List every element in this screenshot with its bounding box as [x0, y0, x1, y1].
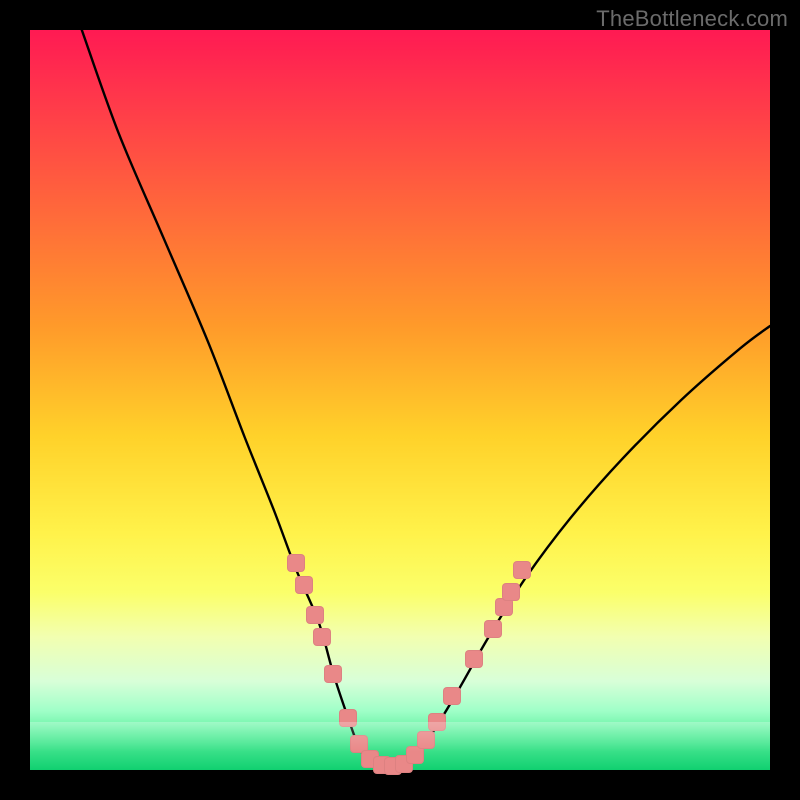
data-marker	[295, 576, 313, 594]
data-marker	[443, 687, 461, 705]
plot-area	[30, 30, 770, 770]
data-marker	[313, 628, 331, 646]
chart-stage: TheBottleneck.com	[0, 0, 800, 800]
data-marker	[324, 665, 342, 683]
watermark-text: TheBottleneck.com	[596, 6, 788, 32]
bottleneck-curve	[30, 30, 770, 770]
data-marker	[306, 606, 324, 624]
data-marker	[513, 561, 531, 579]
data-marker	[502, 583, 520, 601]
data-marker	[484, 620, 502, 638]
data-marker	[465, 650, 483, 668]
data-marker	[428, 713, 446, 731]
data-marker	[417, 731, 435, 749]
data-marker	[287, 554, 305, 572]
data-marker	[339, 709, 357, 727]
